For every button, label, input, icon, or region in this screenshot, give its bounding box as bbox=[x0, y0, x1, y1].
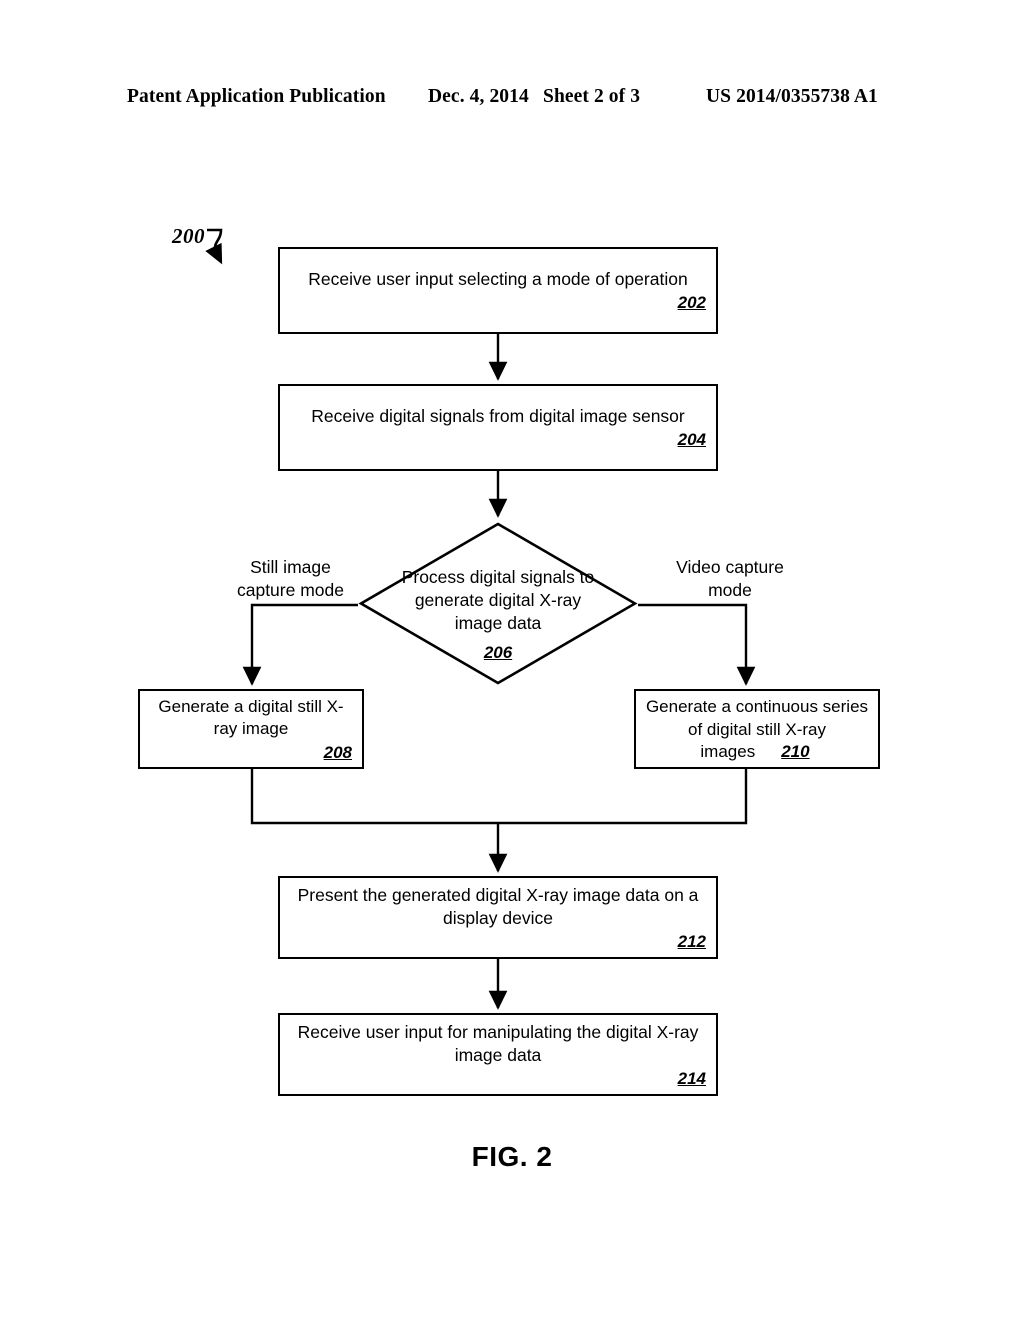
node-208-text: Generate a digital still X-ray image bbox=[158, 696, 344, 739]
reference-lead-arrow-icon bbox=[205, 228, 223, 265]
connector-210-to-merge bbox=[498, 769, 748, 825]
flowchart-node-214[interactable]: Receive user input for manipulating the … bbox=[278, 1013, 718, 1096]
node-202-number: 202 bbox=[677, 293, 706, 313]
connector-206-to-208 bbox=[242, 603, 358, 686]
node-214-number: 214 bbox=[677, 1068, 706, 1088]
flowchart-node-210[interactable]: Generate a continuous series of digital … bbox=[634, 689, 880, 769]
node-210-text: Generate a continuous series of digital … bbox=[645, 697, 869, 762]
flowchart-node-206-decision[interactable]: Process digital signals to generate digi… bbox=[358, 521, 638, 686]
flowchart-node-204[interactable]: Receive digital signals from digital ima… bbox=[278, 384, 718, 471]
node-204-text: Receive digital signals from digital ima… bbox=[311, 406, 685, 427]
connector-206-to-210 bbox=[638, 603, 756, 686]
connector-208-to-merge bbox=[250, 769, 498, 825]
node-212-text: Present the generated digital X-ray imag… bbox=[297, 884, 699, 928]
node-206-text: Process digital signals to generate digi… bbox=[401, 567, 595, 633]
node-210-body: Generate a continuous series of digital … bbox=[644, 696, 870, 763]
node-208-number: 208 bbox=[323, 742, 352, 762]
edge-label-video-capture-mode: Video capture mode bbox=[676, 557, 784, 601]
edge-label-still-image-capture-mode: Still image capture mode bbox=[236, 557, 344, 601]
figure-reference-numeral: 200 bbox=[172, 224, 205, 248]
node-204-number: 204 bbox=[677, 430, 706, 450]
flowchart-node-208[interactable]: Generate a digital still X-ray image 208 bbox=[138, 689, 364, 769]
figure-caption: FIG. 2 bbox=[471, 1141, 553, 1172]
flowchart-node-202[interactable]: Receive user input selecting a mode of o… bbox=[278, 247, 718, 334]
node-214-text: Receive user input for manipulating the … bbox=[297, 1021, 699, 1065]
node-210-number: 210 bbox=[781, 742, 810, 762]
node-212-number: 212 bbox=[677, 931, 706, 951]
flowchart-node-212[interactable]: Present the generated digital X-ray imag… bbox=[278, 876, 718, 959]
node-206-number: 206 bbox=[483, 643, 513, 662]
node-202-text: Receive user input selecting a mode of o… bbox=[308, 269, 688, 290]
